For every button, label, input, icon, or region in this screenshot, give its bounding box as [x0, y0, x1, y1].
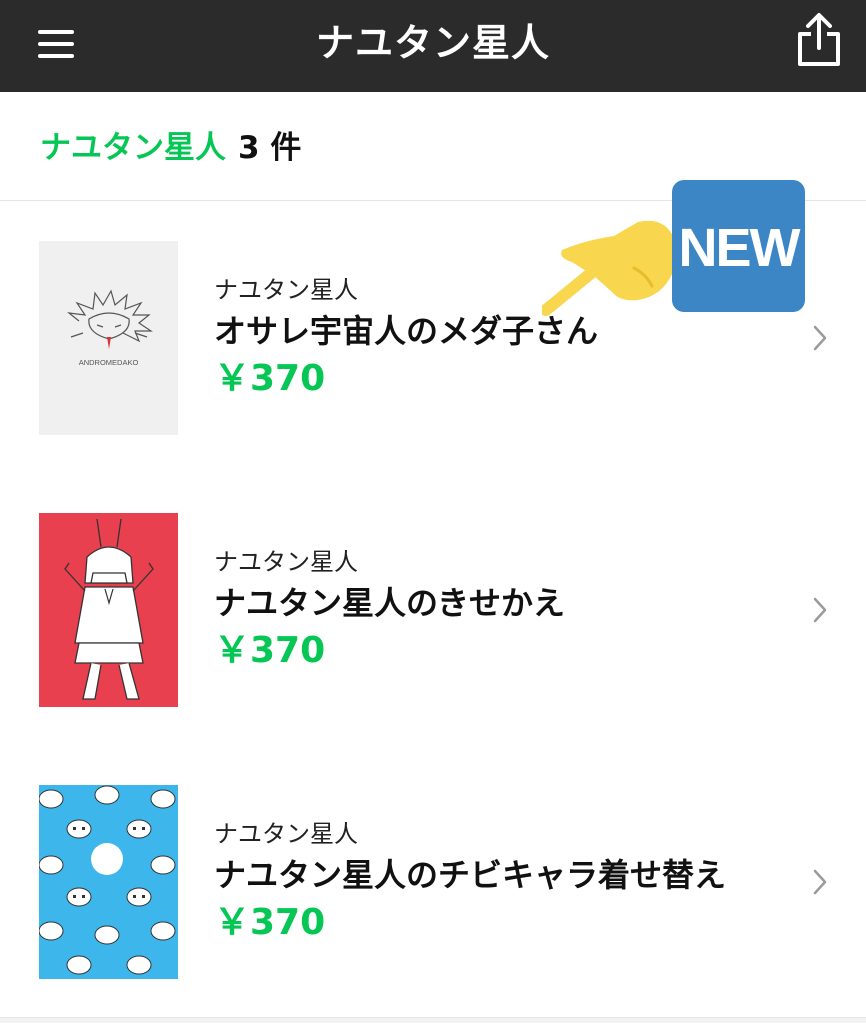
search-keyword: ナユタン星人: [40, 130, 226, 166]
item-info: ナユタン星人 ナユタン星人のチビキャラ着せ替え ￥370: [214, 819, 794, 945]
app-screen: ナユタン星人 ナユタン星人 3 件 ANDROMEDAKO ナユタン星人 オサレ…: [0, 0, 866, 1023]
item-thumbnail: [39, 513, 178, 707]
chevron-right-icon: [810, 867, 830, 897]
item-thumbnail: ANDROMEDAKO: [39, 241, 178, 435]
page-title: ナユタン星人: [315, 21, 550, 65]
item-title: オサレ宇宙人のメダ子さん: [214, 312, 599, 350]
new-badge-label: NEW: [678, 218, 801, 278]
pointing-hand-icon: [540, 212, 682, 316]
share-icon[interactable]: [792, 10, 846, 70]
list-item[interactable]: ナユタン星人 ナユタン星人のチビキャラ着せ替え ￥370: [0, 745, 866, 1018]
item-author: ナユタン星人: [214, 548, 358, 576]
item-thumbnail: [39, 785, 178, 979]
thumb-logo-text: ANDROMEDAKO: [79, 358, 139, 367]
list-item[interactable]: ナユタン星人 ナユタン星人のきせかえ ￥370: [0, 473, 866, 746]
item-title: ナユタン星人のチビキャラ着せ替え: [214, 856, 727, 894]
item-info: ナユタン星人 ナユタン星人のきせかえ ￥370: [214, 547, 794, 673]
chibi-pattern: [39, 785, 178, 979]
new-badge: NEW: [672, 180, 805, 312]
item-author: ナユタン星人: [214, 820, 358, 848]
item-title: ナユタン星人のきせかえ: [214, 584, 566, 622]
chevron-right-icon: [810, 595, 830, 625]
header-bar: ナユタン星人: [0, 0, 866, 92]
item-price: ￥370: [214, 630, 326, 671]
result-count: ナユタン星人 3 件: [40, 128, 301, 168]
item-price: ￥370: [214, 902, 326, 943]
bottom-divider: [0, 1018, 866, 1023]
result-number: 3 件: [238, 130, 302, 166]
item-price: ￥370: [214, 358, 326, 399]
chevron-right-icon: [810, 323, 830, 353]
